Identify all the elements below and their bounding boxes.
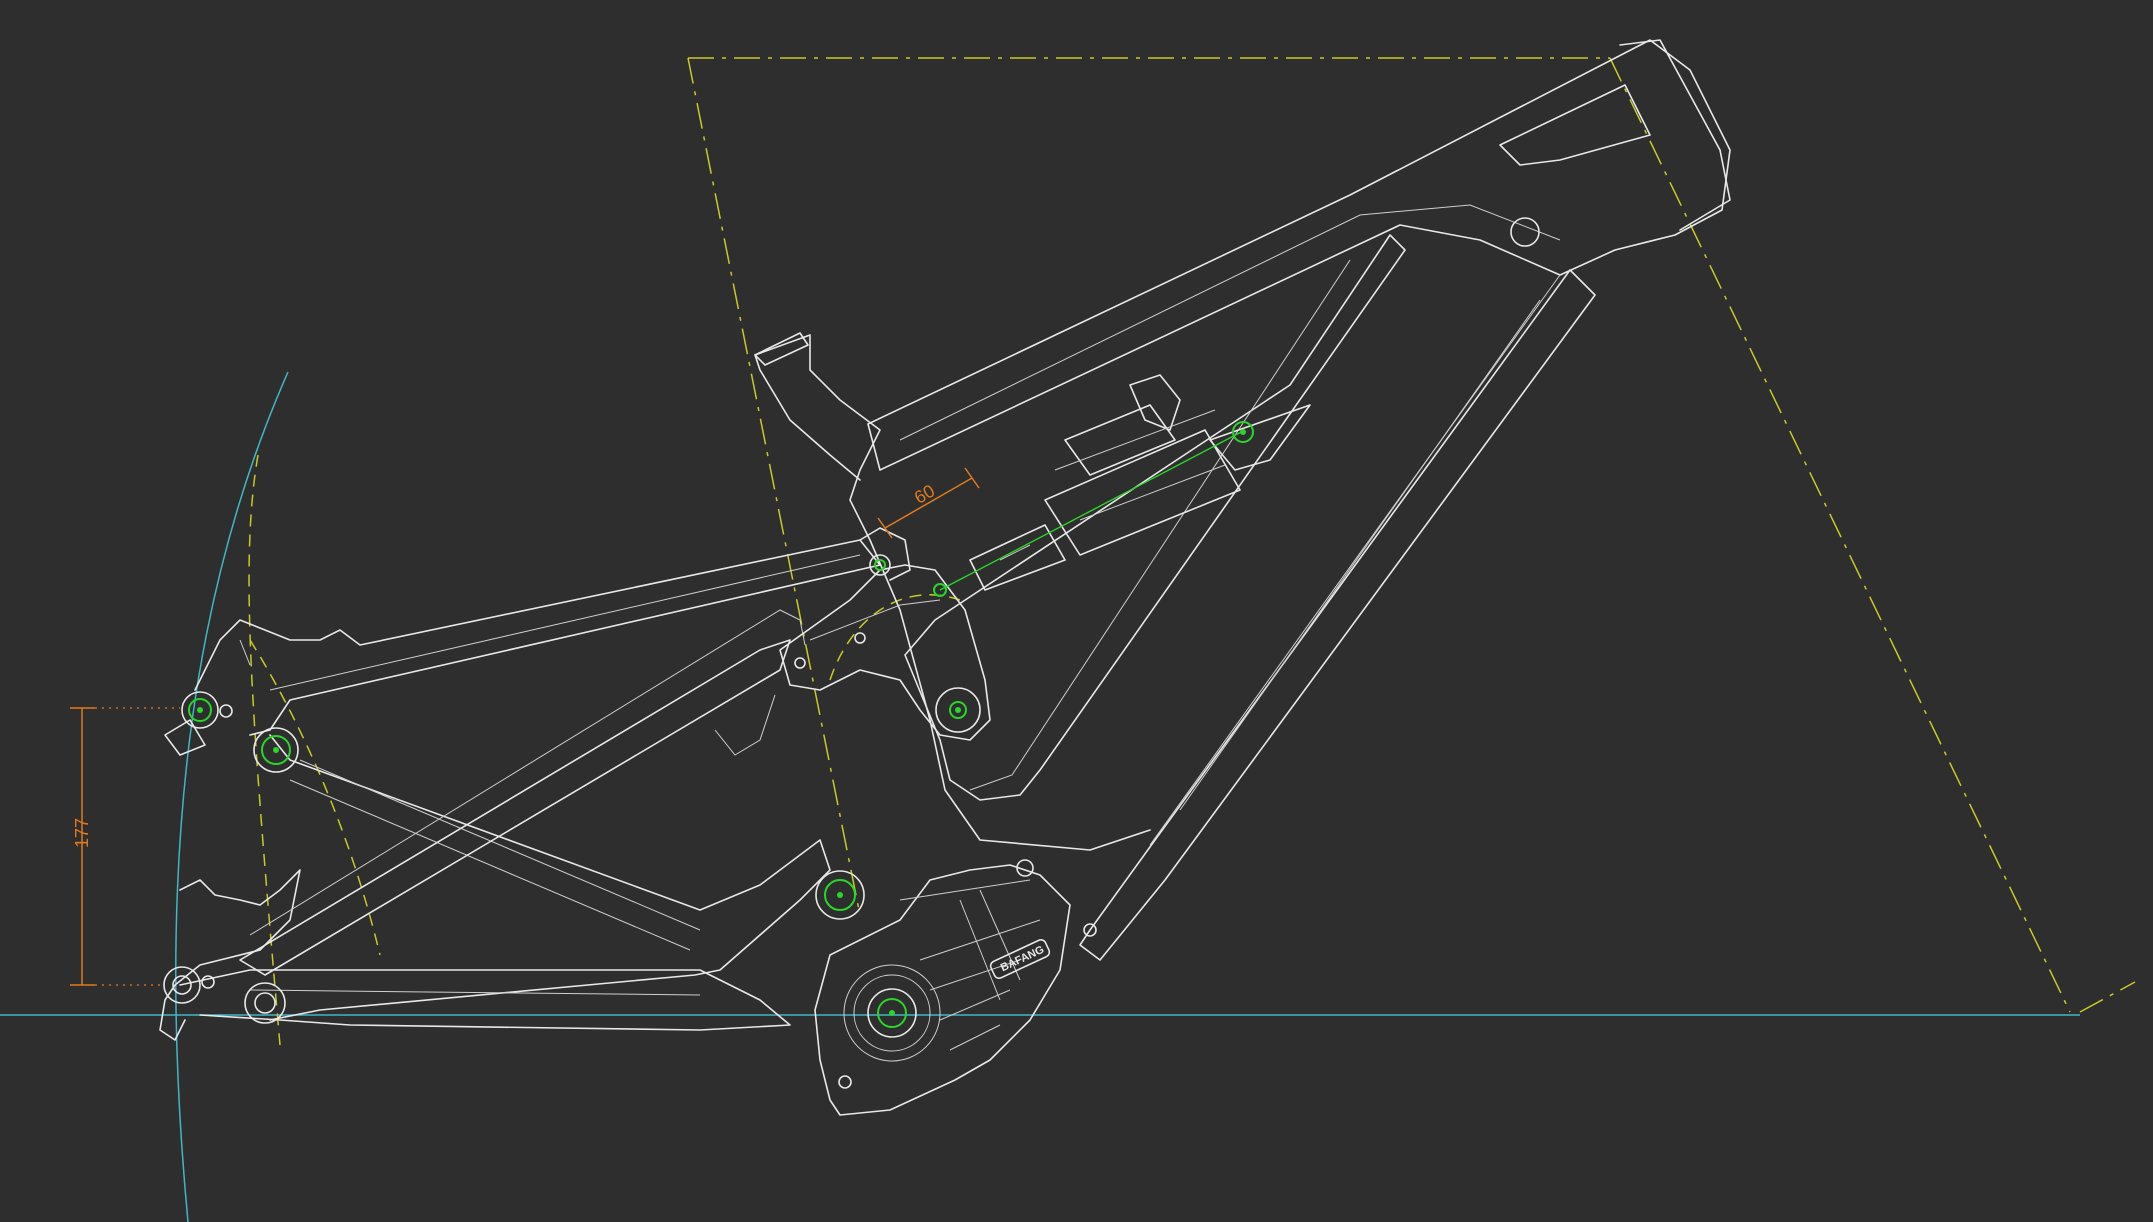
fork-offset-line: [2079, 981, 2136, 1013]
motor: BAFANG: [814, 859, 1097, 1116]
down-tube: [1079, 269, 1596, 961]
pivot-points: [163, 421, 1254, 1038]
seat-angle-line: [687, 57, 861, 916]
ground-reference: [0, 371, 2080, 1222]
head-tube-cutout: [1499, 84, 1651, 166]
seatstay-chainstay-pivot: [253, 727, 299, 773]
rear-shock: [939, 374, 1246, 591]
shock-adjuster: [1129, 374, 1181, 431]
shock-axis: [939, 429, 1246, 591]
rear-triangle: [159, 539, 881, 1041]
head-tube: [1619, 39, 1731, 231]
rocker-upper-arm: [859, 527, 911, 581]
front-triangle: [754, 39, 1731, 961]
shock-dimension-value: 60: [911, 480, 938, 507]
bottom-bracket: [867, 988, 917, 1038]
head-angle-line: [1609, 57, 2071, 1013]
chainstay: [269, 734, 831, 1021]
shock-shaft: [969, 524, 1066, 591]
seatstay: [194, 539, 881, 736]
vertical-dimension-value: 177: [72, 818, 92, 848]
rocker-plate: [779, 564, 991, 741]
rocker-arc: [829, 594, 961, 681]
headset-bolt: [1510, 217, 1540, 247]
rocker-pivot: [935, 687, 981, 733]
frame-cad-drawing: BAFANG 177 60: [0, 39, 2136, 1222]
rear-dropout-pivot: [181, 691, 233, 729]
wheel-travel-arc: [175, 371, 289, 1222]
shock-reservoir: [1064, 404, 1176, 476]
shock-mount: [1209, 404, 1311, 471]
geometry-reference-lines: [248, 57, 2136, 1046]
pivot-arc-stay: [249, 639, 381, 956]
rear-dropout-top: [164, 719, 206, 756]
main-pivot: [815, 870, 865, 920]
top-tube: [867, 39, 1731, 471]
shock-mount-pivot: [1232, 421, 1254, 443]
lower-chainstay: [179, 969, 791, 1031]
diagonal-brace: [239, 639, 791, 976]
shock-eye-pivot: [794, 554, 947, 669]
